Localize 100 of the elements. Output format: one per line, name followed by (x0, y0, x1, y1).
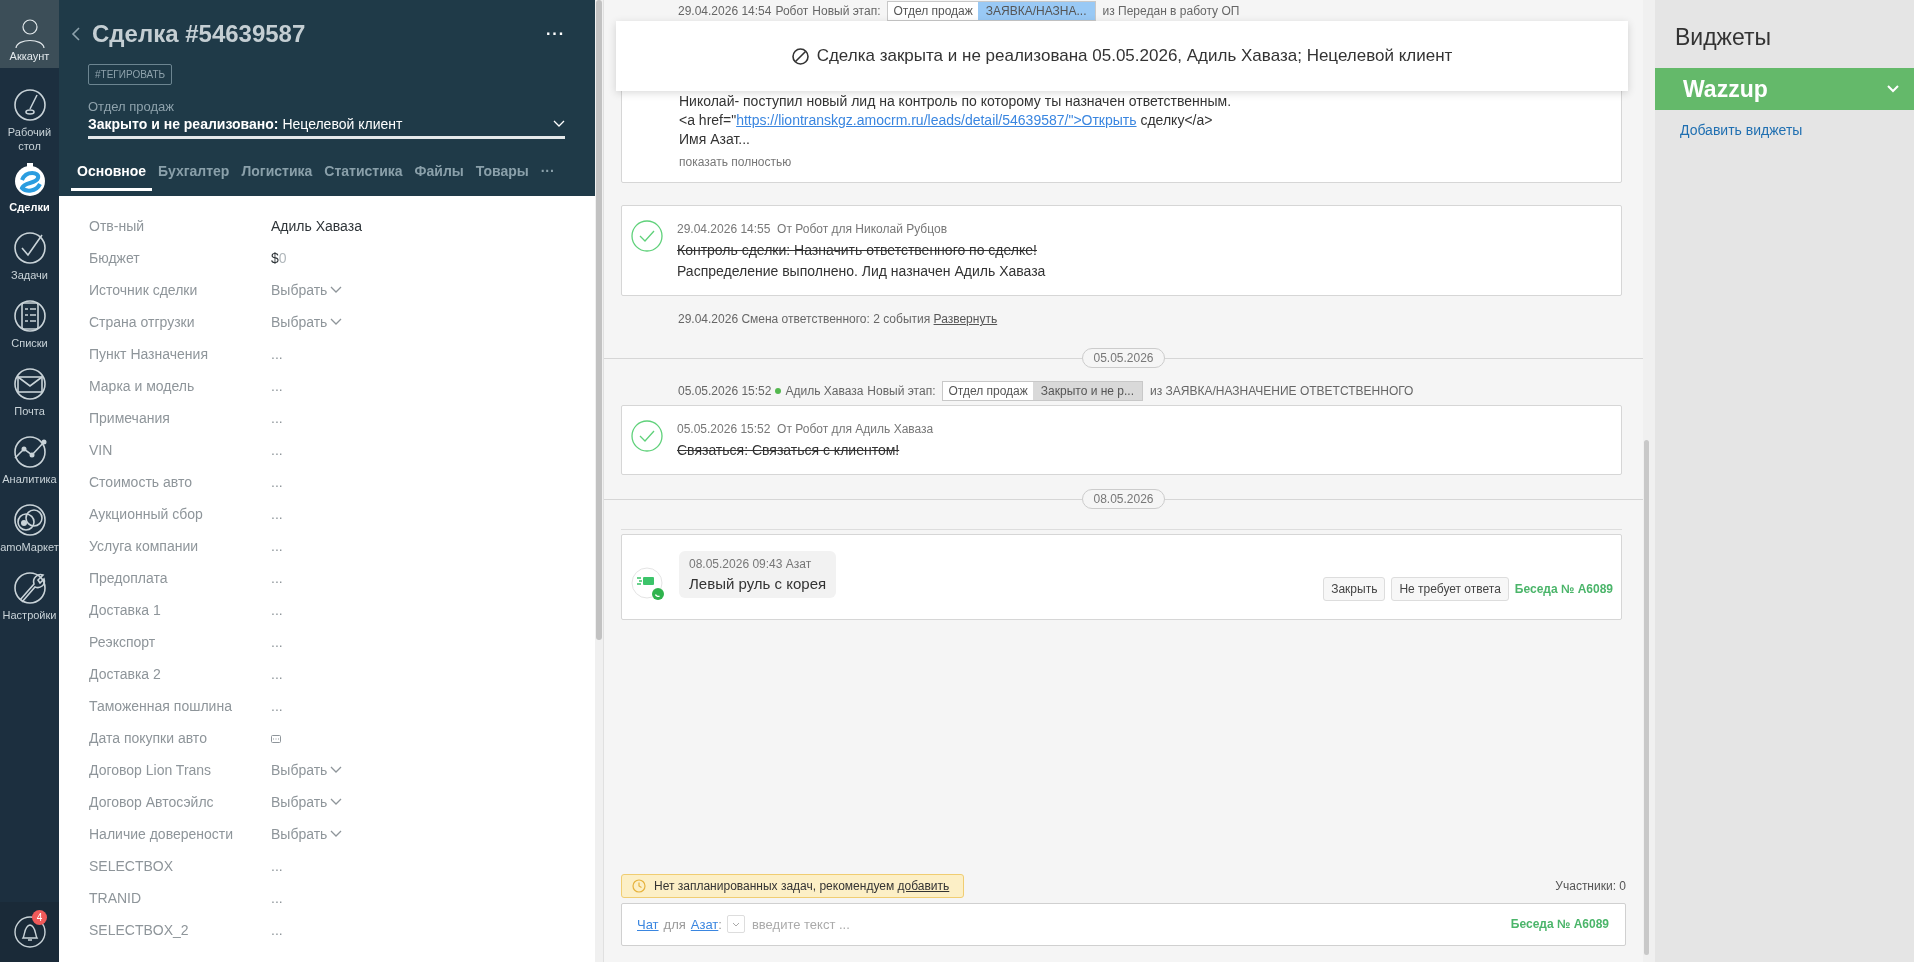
select-dropdown[interactable]: Выбрать (271, 762, 343, 778)
wrench-icon (11, 569, 48, 606)
field-placeholder[interactable]: ... (271, 602, 283, 618)
field-label: Таможенная пошлина (89, 698, 233, 714)
field-label: Пункт Назначения (89, 346, 209, 362)
nav-item[interactable]: Рабочий стол (0, 86, 59, 154)
field-placeholder[interactable]: ... (271, 666, 283, 682)
clock-icon (632, 879, 646, 893)
chat-mode-link[interactable]: Чат (637, 916, 659, 932)
budget-value[interactable]: $0 (271, 250, 287, 266)
nav-item[interactable]: Настройки (0, 562, 59, 630)
field-label: SELECTBOX_2 (89, 922, 190, 938)
tab[interactable]: Основное (71, 157, 153, 191)
tag-button[interactable]: #ТЕГИРОВАТЬ (88, 64, 173, 85)
field-placeholder[interactable]: ... (271, 922, 283, 938)
tab[interactable]: Бухгалтер (152, 157, 236, 191)
note-link[interactable]: https://liontranskgz.amocrm.ru/leads/detail/54639587/">Открыть (736, 112, 1137, 128)
field-placeholder[interactable]: ... (271, 410, 283, 426)
task-text: Контроль сделки: Назначить ответственного по сделке! (677, 241, 1038, 260)
field-placeholder[interactable]: ... (271, 442, 283, 458)
field-label: Доставка 1 (89, 602, 162, 618)
add-task-link[interactable]: добавить (897, 879, 950, 893)
circles-icon (11, 501, 48, 538)
notification-badge: 4 (32, 910, 47, 925)
scrollbar[interactable] (1644, 440, 1649, 955)
field-label: Страна отгрузки (89, 314, 196, 330)
banner-text: Сделка закрыта и не реализована 05.05.2026, Адиль Хаваза; Нецелевой клиент (816, 46, 1453, 66)
account-button[interactable]: Аккаунт (0, 0, 59, 68)
nav-item[interactable]: Задачи (0, 222, 59, 290)
scrollbar[interactable] (596, 0, 602, 640)
status-dropdown[interactable]: Закрыто и не реализовано: Нецелевой клиент (88, 116, 565, 139)
date-divider: 08.05.2026 (1082, 489, 1165, 509)
chevron-icon (330, 830, 343, 838)
message-composer[interactable]: Чат для Азат: введите текст ... Беседа № A6089 (621, 903, 1626, 946)
field-placeholder[interactable]: ... (271, 506, 283, 522)
widget-header[interactable]: Wazzup (1655, 68, 1914, 110)
select-dropdown[interactable]: Выбрать (271, 282, 343, 298)
nav-item[interactable]: Сделки (0, 154, 59, 222)
field-label: Реэкспорт (89, 634, 157, 650)
field-placeholder[interactable]: ... (271, 890, 283, 906)
chevron-icon (330, 286, 343, 294)
event-time: 05.05.2026 15:52 (678, 383, 772, 398)
tab[interactable]: Логистика (235, 157, 319, 191)
tab[interactable]: Статистика (318, 157, 409, 191)
field-label: Отв-ный (89, 218, 145, 234)
conversation-link[interactable]: Беседа № A6089 (1510, 917, 1609, 931)
conversation-link[interactable]: Беседа № A6089 (1514, 582, 1613, 596)
event-label: Новый этап: (812, 3, 881, 18)
chat-action-button[interactable]: Не требует ответа (1391, 577, 1509, 601)
chevron-icon (330, 766, 343, 774)
pipeline-name: Отдел продаж (88, 99, 175, 114)
field-placeholder[interactable]: ... (271, 858, 283, 874)
back-icon[interactable] (70, 26, 82, 42)
expand-link[interactable]: Развернуть (933, 312, 998, 326)
task-meta: 29.04.2026 14:55 От Робот для Николай Рубцов (677, 221, 949, 238)
field-label: Источник сделки (89, 282, 199, 298)
nav-item[interactable]: Почта (0, 358, 59, 426)
field-label: Аукционный сбор (89, 506, 204, 522)
field-label: Марка и модель (89, 378, 196, 394)
field-placeholder[interactable]: ... (271, 570, 283, 586)
field-placeholder[interactable]: ... (271, 634, 283, 650)
status-tag: ЗАЯВКА/НАЗНА... (977, 1, 1095, 20)
user-icon (12, 16, 47, 50)
show-more-link[interactable]: показать полностью (679, 153, 1611, 172)
field-placeholder[interactable]: ... (271, 538, 283, 554)
select-dropdown[interactable]: Выбрать (271, 826, 343, 842)
chevron-icon (330, 318, 343, 326)
nav-item[interactable]: Аналитика (0, 426, 59, 494)
field-label: Примечания (89, 410, 171, 426)
field-label: Наличие доверености (89, 826, 235, 842)
list-icon (11, 297, 48, 334)
field-placeholder[interactable]: ... (271, 378, 283, 394)
field-label: TRANID (89, 890, 143, 906)
nav-item[interactable]: Списки (0, 290, 59, 358)
field-placeholder[interactable]: ... (271, 474, 283, 490)
field-value[interactable]: Адиль Хаваза (271, 218, 362, 234)
event-origin: из Передан в работу ОП (1102, 3, 1240, 18)
bell-icon[interactable] (12, 915, 47, 949)
calendar-icon[interactable] (271, 733, 281, 743)
event-origin: из ЗАЯВКА/НАЗНАЧЕНИЕ ОТВЕТСТВЕННОГО (1150, 383, 1414, 398)
field-label: Услуга компании (89, 538, 200, 554)
nav-item[interactable]: amoМаркет (0, 494, 59, 562)
field-placeholder[interactable]: ... (271, 698, 283, 714)
tab[interactable]: Файлы (408, 157, 470, 191)
select-dropdown[interactable]: Выбрать (271, 314, 343, 330)
mail-icon (11, 365, 48, 402)
participants-count: Участники: 0 (1555, 879, 1626, 893)
note-text: Имя Азат... (679, 130, 751, 149)
add-widgets-link[interactable]: Добавить виджеты (1655, 110, 1914, 138)
date-divider: 05.05.2026 (1082, 348, 1165, 368)
task-text: Связаться: Связаться с клиентом! (677, 441, 901, 460)
select-dropdown[interactable]: Выбрать (271, 794, 343, 810)
chat-action-button[interactable]: Закрыть (1323, 577, 1386, 601)
chart-icon (11, 433, 48, 470)
field-placeholder[interactable]: ... (271, 346, 283, 362)
more-menu[interactable]: ··· (546, 25, 565, 43)
more-tabs[interactable]: ··· (534, 157, 561, 191)
tab[interactable]: Товары (469, 157, 535, 191)
event-label: Новый этап: (867, 383, 936, 398)
field-label: VIN (89, 442, 114, 458)
